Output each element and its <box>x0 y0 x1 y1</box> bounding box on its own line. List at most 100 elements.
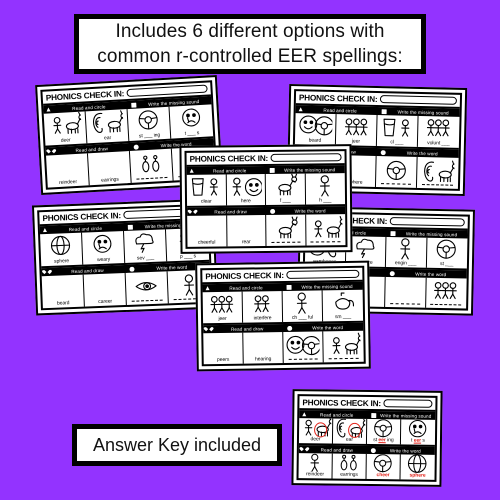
worksheet-card[interactable]: PHONICS CHECK IN: Read and circle Write th… <box>179 144 353 254</box>
section-read-and-draw: Read and draw <box>299 447 367 453</box>
cell-word-label: deer <box>310 435 321 442</box>
ear-picture <box>87 110 127 136</box>
write-the-word-line[interactable] <box>288 358 318 360</box>
worksheet-question-cell[interactable]: cl ___ <box>376 115 419 147</box>
worksheet-title-label: PHONICS CHECK IN: <box>302 397 381 408</box>
sphere-picture <box>41 234 81 259</box>
write-the-word-line[interactable] <box>389 303 420 305</box>
answer-key-card[interactable]: PHONICS CHECK IN: Read and circle Write th… <box>291 389 443 487</box>
cell-word-label: career <box>98 298 113 305</box>
interfere-people-picture <box>244 292 281 315</box>
reindeer-picture <box>267 216 304 242</box>
student-name-input[interactable] <box>383 399 433 408</box>
worksheet-question-cell[interactable]: ear <box>85 109 130 144</box>
worksheet-card[interactable]: PHONICS CHECK IN: Read and circle Write th… <box>195 260 371 372</box>
worksheet-answer-cell[interactable]: reindeer <box>298 453 333 479</box>
answer-key-banner: Answer Key included <box>72 424 282 466</box>
worksheet-question-cell[interactable]: jeer <box>335 114 378 146</box>
cell-word-label: ear <box>345 436 354 443</box>
worksheet-answer-cell[interactable] <box>125 271 169 305</box>
worksheet-question-cell[interactable]: sm ___ <box>323 290 363 322</box>
worksheet-answer-cell[interactable] <box>385 276 427 308</box>
cell-word-label: cheer <box>376 471 390 478</box>
beard-man-picture <box>284 332 321 359</box>
blank-draw-box <box>188 216 225 239</box>
worksheet-answer-cell[interactable] <box>283 331 324 363</box>
worksheet-question-cell[interactable]: t eer s <box>401 419 435 444</box>
worksheet-answer-cell[interactable]: reindeer <box>46 153 90 188</box>
worksheet-answer-cell[interactable]: career <box>83 272 127 307</box>
worksheet-question-cell[interactable]: here <box>226 174 267 206</box>
worksheet-question-cell[interactable]: jeer <box>202 291 244 324</box>
worksheet-answer-cell[interactable]: peers <box>203 332 244 365</box>
square-icon <box>371 412 377 418</box>
worksheet-answer-cell[interactable] <box>323 331 363 363</box>
cell-word-label: sev ___ <box>136 254 155 262</box>
worksheet-question-cell[interactable]: weary <box>82 231 126 265</box>
worksheet-question-cell[interactable]: beard <box>294 113 337 146</box>
write-the-word-line[interactable] <box>421 184 454 186</box>
worksheet-answer-cell[interactable]: rear <box>226 214 267 247</box>
worksheet-question-cell[interactable]: deer <box>298 418 334 444</box>
student-name-input[interactable] <box>390 217 465 227</box>
worksheet-question-cell[interactable]: clear <box>186 174 227 206</box>
student-name-input[interactable] <box>271 153 342 162</box>
worksheet-question-cell[interactable]: interfere <box>242 291 284 323</box>
worksheet-answer-cell[interactable] <box>426 278 467 309</box>
worksheet-question-cell[interactable]: h ___ <box>305 173 345 204</box>
cell-word-label: t ___ s <box>184 129 200 137</box>
worksheet-question-cell[interactable]: deer <box>43 111 88 146</box>
cell-word-label: volunt ___ <box>427 139 450 147</box>
cell-word-label: hearing <box>254 355 272 362</box>
worksheet-question-cell[interactable]: ch ___ ful <box>282 290 324 322</box>
worksheet-answer-cell[interactable] <box>417 157 459 189</box>
student-name-input[interactable] <box>126 84 208 98</box>
steering-wheel-picture <box>377 157 416 184</box>
eye-picture <box>127 272 167 300</box>
worksheet-answer-cell[interactable]: beard <box>41 274 85 309</box>
worksheet-question-cell[interactable]: sphere <box>40 232 84 267</box>
worksheet-answer-cell[interactable] <box>129 148 174 183</box>
worksheet-answer-cell[interactable]: cheerful <box>187 215 227 247</box>
student-name-input[interactable] <box>380 95 458 105</box>
worksheet-answer-cell[interactable]: cheer <box>366 453 401 480</box>
worksheet-answer-cell[interactable]: earrings <box>332 453 367 479</box>
engineer-picture <box>387 238 425 260</box>
worksheet-question-cell[interactable]: sev ___ <box>124 229 168 263</box>
worksheet-question-cell[interactable]: f ___ <box>265 173 306 205</box>
worksheet-question-cell[interactable]: engin ___ <box>385 237 427 268</box>
worksheet-answer-cell[interactable]: hearing <box>243 331 284 364</box>
worksheet-question-cell[interactable]: volunt ___ <box>418 116 460 148</box>
cell-word-label: cheerful <box>197 239 216 246</box>
worksheet-question-cell[interactable]: st eer ing <box>366 419 402 445</box>
worksheet-answer-cell[interactable]: earrings <box>87 150 132 186</box>
worksheet-question-cell[interactable]: st ___ <box>426 238 467 269</box>
section-label: Write the word <box>312 324 344 331</box>
worksheet-answer-cell[interactable] <box>266 214 306 246</box>
volunteer-picture <box>427 279 466 305</box>
worksheet-title-label: PHONICS CHECK IN: <box>42 210 122 223</box>
section-label: Write the missing sound <box>301 283 353 290</box>
write-the-word-line[interactable] <box>328 357 359 360</box>
student-name-input[interactable] <box>286 269 360 279</box>
section-label: Write the word <box>294 207 326 214</box>
worksheet-question-cell[interactable]: ear <box>332 418 368 444</box>
write-the-word-line[interactable] <box>430 303 462 306</box>
worksheet-answer-cell[interactable]: sphere <box>400 454 434 479</box>
circle-icon <box>133 143 139 150</box>
ear-picture <box>418 158 458 185</box>
worksheet-answer-cell[interactable] <box>375 155 418 188</box>
weary-face-picture <box>83 232 123 257</box>
write-the-word-line[interactable] <box>310 241 341 243</box>
worksheet-answer-cell[interactable] <box>306 214 346 245</box>
section-label: Read and draw <box>230 325 264 332</box>
worksheet-question-cell[interactable]: st ___ ing <box>127 106 172 141</box>
worksheet-question-cell[interactable]: t ___ s <box>169 104 213 138</box>
cell-word-label: st eer ing <box>373 436 394 443</box>
cheerful-person-picture <box>284 291 321 314</box>
write-the-word-line[interactable] <box>380 183 412 185</box>
write-the-word-line[interactable] <box>131 299 163 302</box>
write-the-word-line[interactable] <box>271 241 301 243</box>
ear-picture <box>334 418 366 438</box>
cell-word-label: peers <box>216 356 230 363</box>
